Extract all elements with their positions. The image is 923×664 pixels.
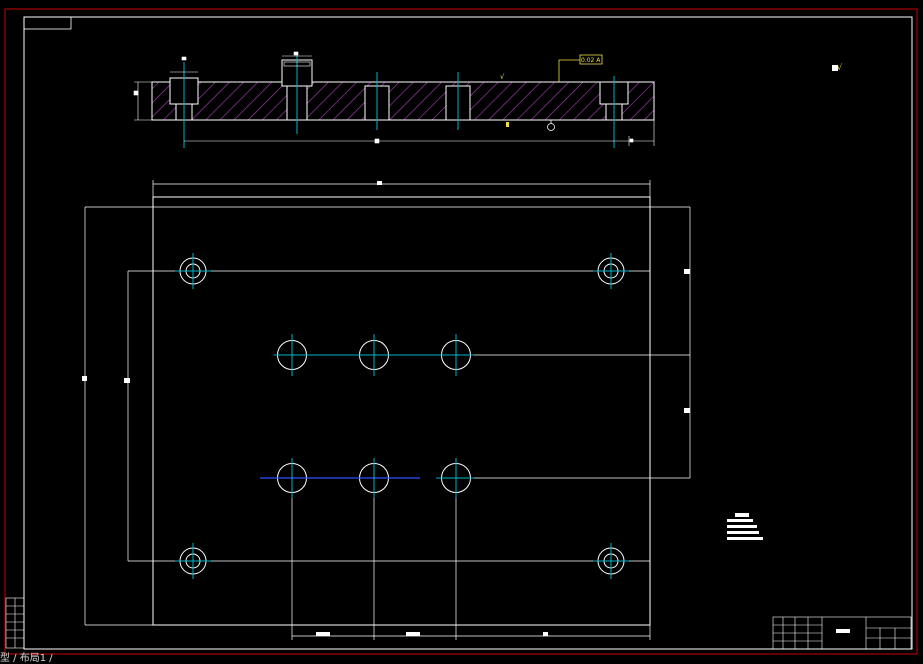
plan-dimension-lines (84, 180, 691, 640)
tolerance-leader (558, 59, 580, 82)
roughness-check: √ (837, 63, 843, 72)
section-view: 0.02 A √ (133, 51, 655, 148)
tolerance-frame-text: 0.02 A (581, 57, 601, 64)
section-hatch-fill (152, 82, 654, 120)
surface-finish-symbol: √ (500, 73, 505, 81)
datum-symbol (547, 120, 555, 131)
corner-hole-bl (175, 543, 211, 579)
upper-hole-row (274, 334, 474, 376)
general-roughness-symbol: √ (832, 63, 843, 72)
title-block (772, 616, 912, 650)
plan-dimension-text-marks (82, 181, 690, 636)
left-revision-table (5, 597, 25, 649)
technical-requirements (727, 513, 763, 540)
corner-hole-br (593, 543, 629, 579)
corner-hole-tl (175, 253, 211, 289)
plan-view (82, 180, 691, 640)
layout-tab-bar[interactable]: 型 / 布局1 / (0, 653, 53, 664)
lower-hole-row (260, 458, 474, 498)
drawing-number-box (23, 16, 72, 30)
annotation-mark (506, 122, 509, 127)
cad-drawing-canvas[interactable]: 0.02 A √ √ (0, 0, 923, 664)
corner-hole-tr (593, 253, 629, 289)
